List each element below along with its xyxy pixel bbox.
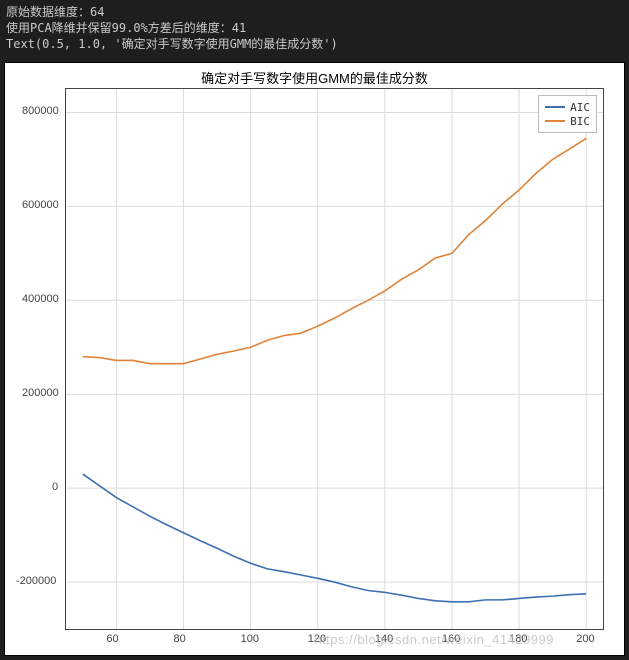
legend: AIC BIC	[538, 95, 597, 133]
chart-axes: AIC BIC -2000000200000400000600000800000…	[65, 88, 604, 630]
y-tick-label: 800000	[22, 105, 59, 117]
plot-area	[66, 89, 603, 629]
csdn-watermark: https://blog.csdn.net/weixin_41429999	[314, 632, 554, 647]
legend-entry-bic: BIC	[545, 114, 590, 128]
repl-return-line: Text(0.5, 1.0, '确定对手写数字使用GMM的最佳成分数')	[6, 36, 623, 52]
legend-swatch-bic	[545, 120, 565, 122]
legend-label-bic: BIC	[570, 115, 590, 128]
console-output: 原始数据维度：64 使用PCA降维并保留99.0%方差后的维度：41 Text(…	[0, 0, 629, 54]
x-tick-label: 100	[241, 633, 259, 645]
x-tick-label: 80	[173, 633, 185, 645]
stdout-line-1: 原始数据维度：64	[6, 4, 623, 20]
y-tick-label: 600000	[22, 199, 59, 211]
chart-title: 确定对手写数字使用GMM的最佳成分数	[5, 68, 624, 87]
matplotlib-figure: 确定对手写数字使用GMM的最佳成分数 AIC BIC -200000020000…	[4, 62, 625, 656]
y-tick-label: 400000	[22, 293, 59, 305]
legend-label-aic: AIC	[570, 101, 590, 114]
stdout-line-2: 使用PCA降维并保留99.0%方差后的维度：41	[6, 20, 623, 36]
y-tick-label: 0	[52, 481, 58, 493]
legend-entry-aic: AIC	[545, 100, 590, 114]
x-tick-label: 200	[576, 633, 594, 645]
x-tick-label: 60	[106, 633, 118, 645]
y-tick-label: -200000	[16, 575, 56, 587]
legend-swatch-aic	[545, 106, 565, 108]
y-tick-label: 200000	[22, 387, 59, 399]
